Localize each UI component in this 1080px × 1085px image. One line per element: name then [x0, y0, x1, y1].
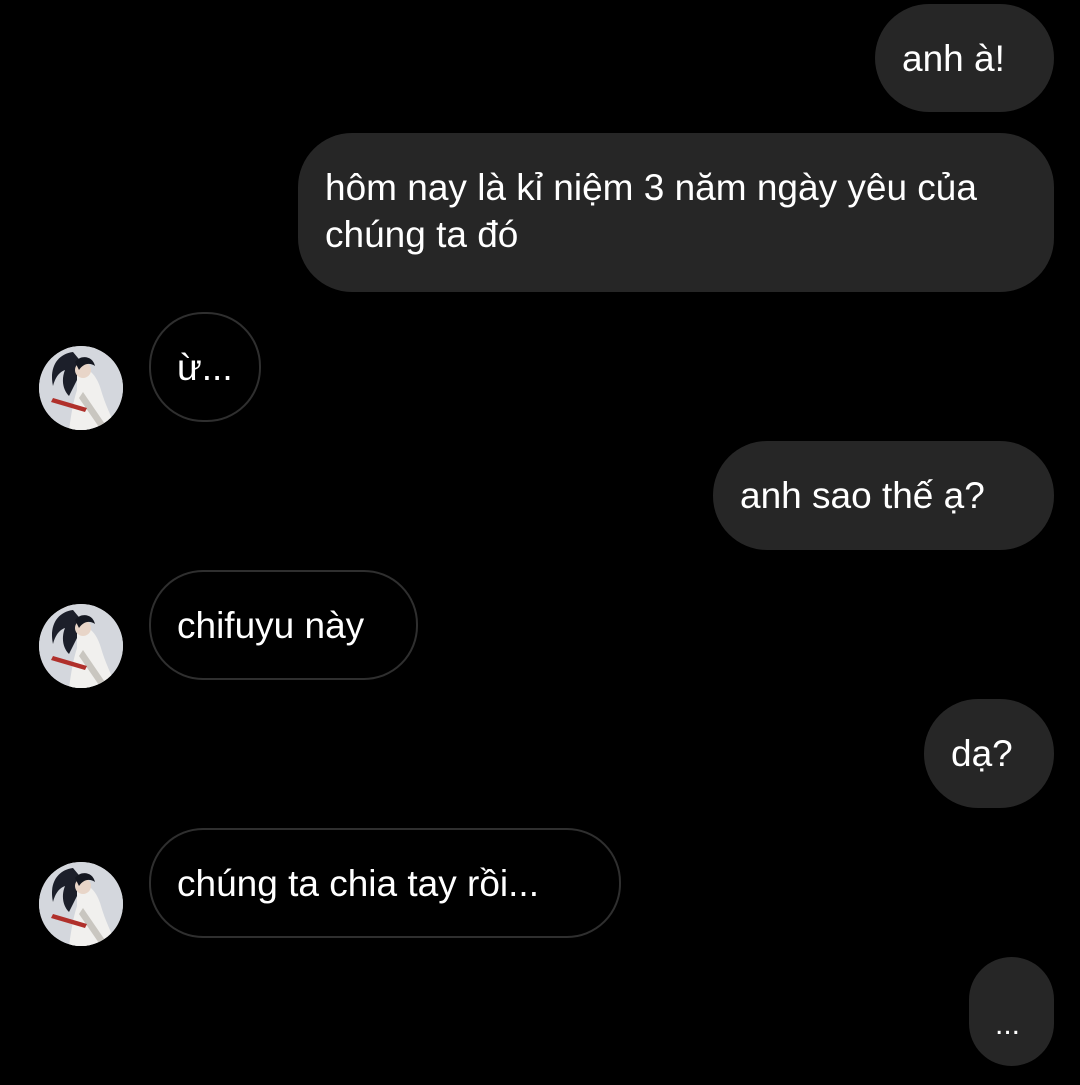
message-text: chúng ta chia tay rồi... [177, 863, 539, 904]
outgoing-message[interactable]: ... [969, 957, 1054, 1066]
message-text: dạ? [951, 733, 1013, 774]
contact-avatar-icon[interactable] [39, 346, 123, 430]
incoming-message[interactable]: chúng ta chia tay rồi... [149, 828, 621, 938]
incoming-message[interactable]: ừ... [149, 312, 261, 422]
message-text: ... [995, 1008, 1021, 1041]
outgoing-message[interactable]: hôm nay là kỉ niệm 3 năm ngày yêu của ch… [298, 133, 1054, 292]
contact-avatar-icon[interactable] [39, 604, 123, 688]
message-thread: anh à! hôm nay là kỉ niệm 3 năm ngày yêu… [0, 0, 1080, 1085]
incoming-message[interactable]: chifuyu này [149, 570, 418, 680]
message-text: chifuyu này [177, 605, 365, 646]
outgoing-message[interactable]: anh sao thế ạ? [713, 441, 1054, 550]
outgoing-message[interactable]: anh à! [875, 4, 1054, 112]
contact-avatar-icon[interactable] [39, 862, 123, 946]
message-text: hôm nay là kỉ niệm 3 năm ngày yêu của ch… [325, 167, 977, 255]
message-text: ừ... [177, 347, 233, 388]
outgoing-message[interactable]: dạ? [924, 699, 1054, 808]
message-text: anh à! [902, 38, 1005, 79]
message-text: anh sao thế ạ? [740, 475, 985, 516]
